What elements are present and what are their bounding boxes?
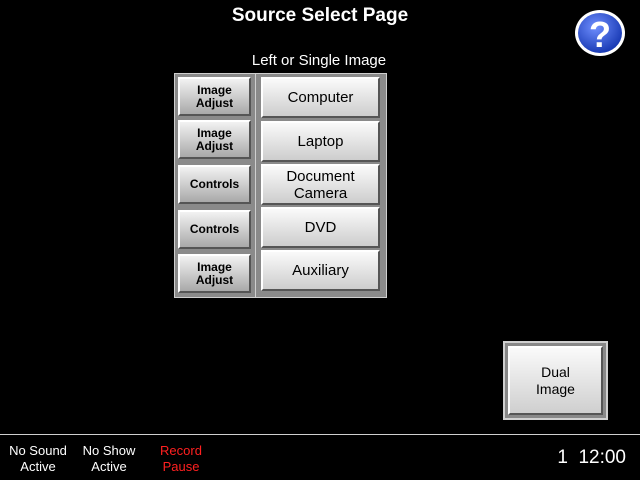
page-title: Source Select Page <box>231 5 409 26</box>
image-adjust-button-auxiliary[interactable]: Image Adjust <box>178 254 251 293</box>
help-button[interactable]: ? <box>574 9 626 57</box>
no-show-status[interactable]: No Show Active <box>74 443 144 475</box>
no-sound-status[interactable]: No Sound Active <box>3 443 73 475</box>
adjust-panel: Image Adjust Image Adjust Controls Contr… <box>174 73 257 298</box>
status-divider <box>0 434 640 435</box>
controls-button-document-camera[interactable]: Controls <box>178 165 251 204</box>
source-computer-button[interactable]: Computer <box>261 77 380 118</box>
question-mark-icon: ? <box>575 10 625 56</box>
image-adjust-button-laptop[interactable]: Image Adjust <box>178 120 251 159</box>
source-panel: Computer Laptop Document Camera DVD Auxi… <box>255 73 387 298</box>
controls-button-dvd[interactable]: Controls <box>178 210 251 249</box>
image-adjust-button-computer[interactable]: Image Adjust <box>178 77 251 116</box>
source-dvd-button[interactable]: DVD <box>261 207 380 248</box>
source-laptop-button[interactable]: Laptop <box>261 121 380 162</box>
dual-image-button[interactable]: Dual Image <box>508 346 603 415</box>
source-document-camera-button[interactable]: Document Camera <box>261 164 380 205</box>
clock-display: 1 12:00 <box>557 447 626 468</box>
section-label: Left or Single Image <box>251 52 387 69</box>
dual-image-frame: Dual Image <box>503 341 608 420</box>
svg-text:?: ? <box>589 14 611 55</box>
source-auxiliary-button[interactable]: Auxiliary <box>261 250 380 291</box>
record-pause-status[interactable]: Record Pause <box>146 443 216 475</box>
